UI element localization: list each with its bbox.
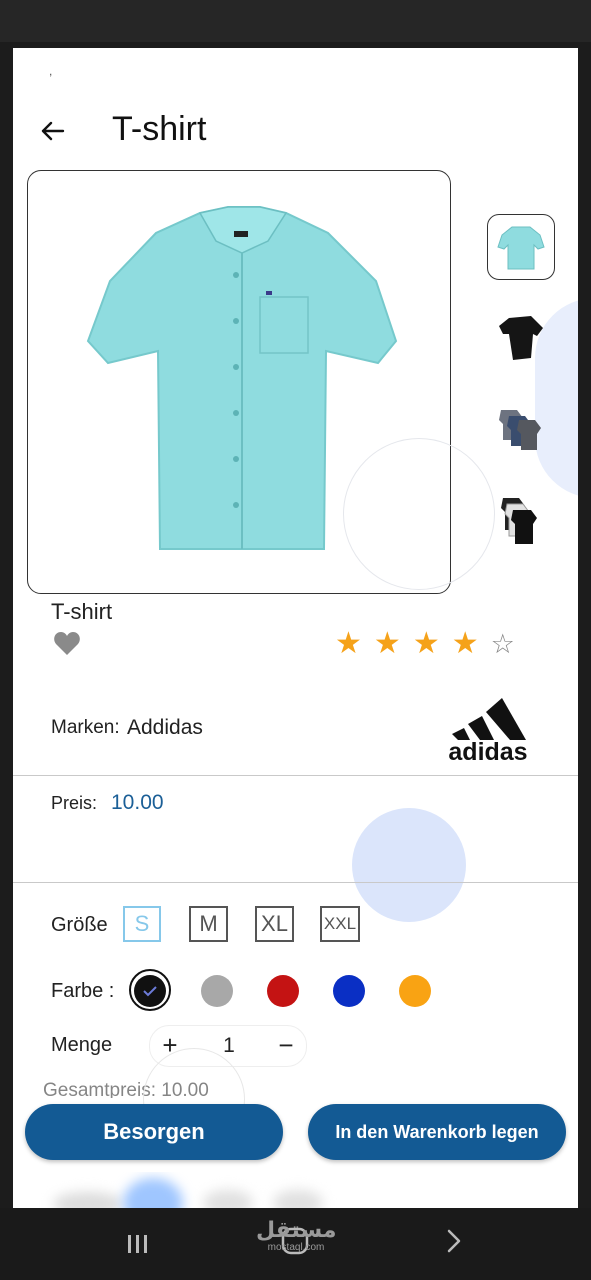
divider xyxy=(13,775,578,776)
add-to-cart-button[interactable]: In den Warenkorb legen xyxy=(308,1104,566,1160)
star-filled-icon: ★ xyxy=(335,627,362,660)
svg-text:adidas: adidas xyxy=(448,738,527,764)
thumbnail-black-tshirt-pack[interactable] xyxy=(487,484,553,548)
status-bar xyxy=(0,0,591,42)
star-filled-icon: ★ xyxy=(412,627,440,660)
size-option-s[interactable]: S xyxy=(123,906,161,942)
heart-icon[interactable] xyxy=(53,631,81,657)
quantity-decrease-button[interactable]: − xyxy=(266,1026,306,1066)
rating-stars: ★ ★ ★ ★ ☆ xyxy=(335,628,515,660)
thumbnail-light-blue-shirt[interactable] xyxy=(487,214,555,280)
price-value: 10.00 xyxy=(111,791,164,814)
divider xyxy=(13,882,578,883)
buy-button[interactable]: Besorgen xyxy=(25,1104,283,1160)
app-screen: , T-shirt T-shirt ★ ★ ★ ★ ☆ Marken: Addi… xyxy=(13,48,578,1208)
adidas-logo: adidas xyxy=(448,698,528,764)
color-swatch-black[interactable] xyxy=(134,975,166,1007)
brand-value: Addidas xyxy=(127,716,203,739)
size-option-xxl[interactable]: XXL xyxy=(320,906,360,942)
thumbnail-black-tshirt[interactable] xyxy=(487,304,553,368)
size-option-xl[interactable]: XL xyxy=(255,906,294,942)
size-option-m[interactable]: M xyxy=(189,906,228,942)
thumbnail-grey-tshirt-pack[interactable] xyxy=(487,394,553,458)
system-navigation-bar: مستقل mostaql.com xyxy=(0,1208,591,1280)
bottom-nav-blurred xyxy=(13,1172,578,1208)
brand-label: Marken: xyxy=(51,717,120,738)
color-swatch-grey[interactable] xyxy=(201,975,233,1007)
color-swatch-blue[interactable] xyxy=(333,975,365,1007)
page-title: T-shirt xyxy=(112,110,207,148)
star-filled-icon: ★ xyxy=(373,627,401,660)
status-tick: , xyxy=(49,64,53,78)
check-icon xyxy=(143,986,157,997)
background-decoration-ring xyxy=(343,438,495,590)
color-swatch-orange[interactable] xyxy=(399,975,431,1007)
price-label: Preis: xyxy=(51,793,98,813)
recent-apps-icon[interactable] xyxy=(126,1232,150,1256)
background-decoration-circle xyxy=(352,808,466,922)
star-empty-icon: ☆ xyxy=(490,629,515,659)
product-name: T-shirt xyxy=(51,599,113,624)
back-arrow-icon[interactable] xyxy=(37,116,67,146)
color-swatch-red[interactable] xyxy=(267,975,299,1007)
star-filled-icon: ★ xyxy=(451,627,479,660)
size-label: Größe xyxy=(51,914,108,936)
quantity-label: Menge xyxy=(51,1034,113,1056)
chevron-right-icon[interactable] xyxy=(444,1228,464,1254)
color-label: Farbe : xyxy=(51,980,115,1002)
watermark: مستقل mostaql.com xyxy=(256,1217,337,1254)
